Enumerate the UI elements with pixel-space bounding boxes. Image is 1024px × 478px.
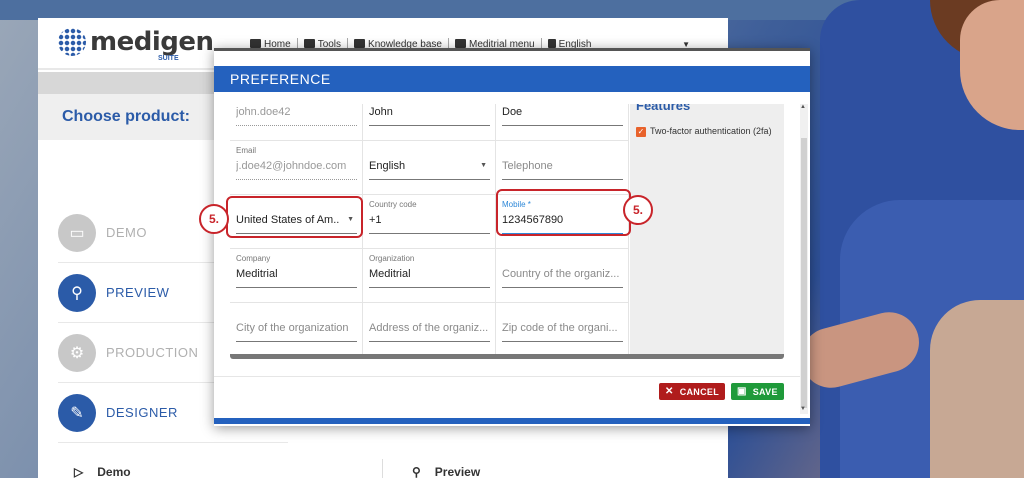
product-label: PREVIEW bbox=[106, 285, 170, 300]
last-name-field[interactable]: Doe bbox=[496, 104, 629, 141]
form-row: City of the organization Address of the … bbox=[230, 303, 629, 354]
product-label: PRODUCTION bbox=[106, 345, 199, 360]
scroll-up-icon[interactable]: ▲ bbox=[800, 104, 806, 110]
two-factor-checkbox[interactable]: ✓ bbox=[636, 127, 646, 137]
product-label: DESIGNER bbox=[106, 405, 178, 420]
organization-address-field[interactable]: Address of the organiz... bbox=[363, 303, 496, 354]
tab-preview[interactable]: ⚲ Preview bbox=[412, 465, 480, 478]
dialog-footer: ✕ CANCEL ▣ SAVE bbox=[214, 376, 800, 404]
two-factor-label: Two-factor authentication (2fa) bbox=[650, 126, 772, 136]
medigen-logo[interactable]: medigen SUITE bbox=[58, 27, 214, 62]
save-button[interactable]: ▣ SAVE bbox=[731, 383, 784, 400]
dropdown-arrow-icon: ▼ bbox=[480, 162, 487, 169]
toolbox-icon bbox=[303, 39, 315, 49]
product-label: DEMO bbox=[106, 225, 147, 240]
organization-field[interactable]: Organization Meditrial bbox=[363, 249, 496, 303]
tab-demo[interactable]: ▷ Demo bbox=[74, 465, 131, 478]
scrollbar-thumb[interactable] bbox=[801, 138, 807, 408]
step-badge-right: 5. bbox=[623, 195, 653, 225]
id-card-icon bbox=[455, 39, 466, 49]
email-field[interactable]: Email j.doe42@johndoe.com bbox=[230, 141, 363, 195]
flag-icon bbox=[547, 39, 556, 49]
mobile-highlight bbox=[496, 189, 631, 236]
organization-city-field[interactable]: City of the organization bbox=[230, 303, 363, 354]
edit-icon: ✎ bbox=[58, 393, 96, 432]
form-bottom-bar bbox=[230, 354, 784, 359]
dialog-title-bar: PREFERENCE bbox=[214, 66, 810, 92]
close-icon: ✕ bbox=[665, 386, 674, 397]
logo-word: medigen bbox=[90, 27, 214, 57]
company-field[interactable]: Company Meditrial bbox=[230, 249, 363, 303]
logo-suite: SUITE bbox=[158, 55, 179, 62]
form-row: Email j.doe42@johndoe.com English ▼ Tele… bbox=[230, 141, 629, 195]
username-field[interactable]: john.doe42 bbox=[230, 104, 363, 141]
first-name-field[interactable]: John bbox=[363, 104, 496, 141]
search-icon: ⚲ bbox=[58, 273, 96, 312]
features-panel: Features ✓ Two-factor authentication (2f… bbox=[630, 104, 784, 354]
country-highlight bbox=[226, 196, 363, 238]
search-icon: ⚲ bbox=[412, 465, 421, 478]
dialog-bottom-bar bbox=[214, 418, 810, 424]
cancel-button[interactable]: ✕ CANCEL bbox=[659, 383, 725, 400]
logo-dots-icon bbox=[58, 28, 86, 56]
telephone-field[interactable]: Telephone bbox=[496, 141, 629, 195]
form-row: Company Meditrial Organization Meditrial… bbox=[230, 249, 629, 303]
home-icon bbox=[250, 39, 261, 49]
play-icon: ▷ bbox=[74, 465, 84, 478]
organization-country-field[interactable]: Country of the organiz... bbox=[496, 249, 629, 303]
scroll-down-icon[interactable]: ▼ bbox=[800, 406, 806, 412]
monitor-icon: ▭ bbox=[58, 213, 96, 252]
dialog-title: PREFERENCE bbox=[230, 71, 331, 87]
form-row: john.doe42 John Doe bbox=[230, 104, 629, 141]
step-badge-left: 5. bbox=[199, 204, 229, 234]
choose-product-title: Choose product: bbox=[62, 108, 190, 125]
organization-zip-field[interactable]: Zip code of the organi... bbox=[496, 303, 629, 354]
dialog-scrollbar[interactable]: ▲ ▼ bbox=[800, 104, 808, 414]
gear-icon: ⚙ bbox=[58, 333, 96, 372]
floppy-disk-icon: ▣ bbox=[737, 386, 747, 397]
graduation-cap-icon bbox=[354, 39, 366, 49]
features-title: Features bbox=[636, 104, 691, 113]
language-select[interactable]: English ▼ bbox=[363, 141, 496, 195]
country-code-field[interactable]: Country code +1 bbox=[363, 195, 496, 249]
